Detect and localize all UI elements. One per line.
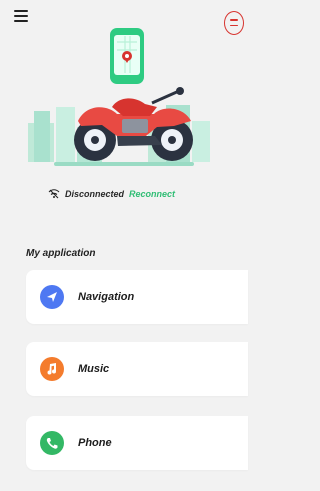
app-label: Navigation <box>78 291 135 303</box>
my-application-section-title: My application <box>26 248 96 259</box>
ground-line <box>54 162 194 166</box>
wifi-off-icon <box>48 189 60 199</box>
motorcycle-icon <box>74 87 193 161</box>
connection-status: Disconnected Reconnect <box>48 188 175 200</box>
navigation-app-card[interactable]: Navigation <box>26 270 248 324</box>
app-label: Music <box>78 363 110 375</box>
hamburger-menu-icon[interactable] <box>14 10 28 22</box>
connection-status-text: Disconnected <box>65 189 125 199</box>
app-label: Phone <box>78 437 112 449</box>
music-icon <box>40 357 64 381</box>
phone-map-icon <box>110 28 144 84</box>
music-app-card[interactable]: Music <box>26 342 248 396</box>
motorcycle-hero-illustration <box>0 25 248 170</box>
reconnect-link[interactable]: Reconnect <box>129 189 175 199</box>
phone-app-card[interactable]: Phone <box>26 416 248 470</box>
navigation-icon <box>40 285 64 309</box>
phone-icon <box>40 431 64 455</box>
